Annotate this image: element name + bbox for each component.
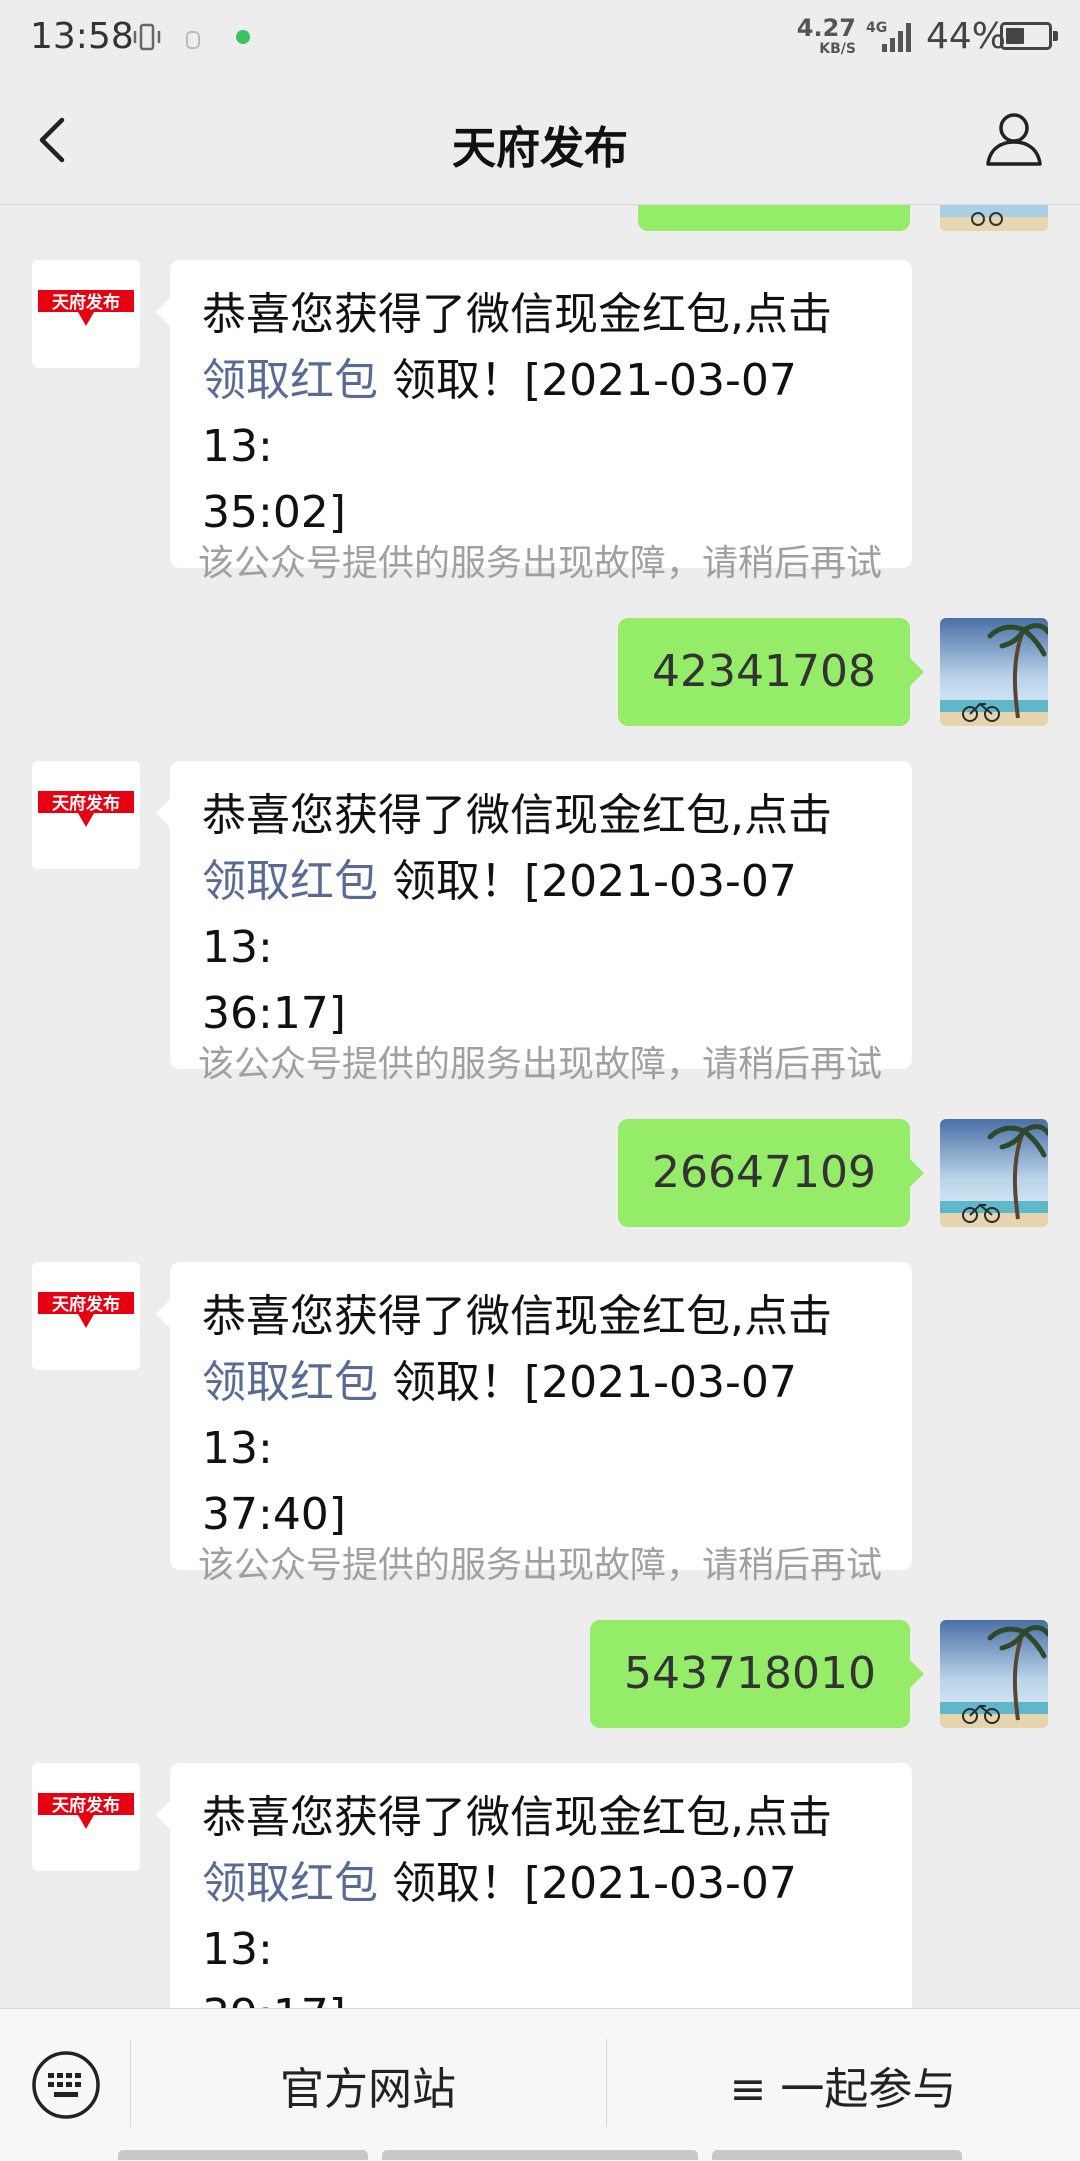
svg-text:天府发布: 天府发布 bbox=[52, 793, 120, 814]
message-list[interactable]: 天府发布 恭喜您获得了微信现金红包,点击 领取红包 领取！[2021-03-07… bbox=[0, 205, 1080, 2008]
system-message-text: 该公众号提供的服务出现故障，请稍后再试 bbox=[197, 1545, 882, 1586]
user-avatar[interactable] bbox=[940, 618, 1048, 726]
svg-text:天府发布: 天府发布 bbox=[52, 1294, 120, 1315]
message-text: 35:02] bbox=[202, 487, 346, 538]
user-avatar[interactable] bbox=[940, 1119, 1048, 1227]
svg-text:天府发布: 天府发布 bbox=[52, 292, 120, 313]
claim-red-packet-link[interactable]: 领取红包 bbox=[202, 856, 378, 907]
status-time: 13:58 bbox=[30, 16, 134, 57]
user-avatar[interactable] bbox=[940, 1620, 1048, 1728]
status-bar: 13:58 4.27 KB/S 4G 44% bbox=[0, 0, 1080, 76]
svg-text:天府发布: 天府发布 bbox=[52, 1795, 120, 1816]
battery-icon bbox=[1000, 22, 1058, 50]
signal-icon bbox=[882, 23, 911, 52]
incoming-message-bubble[interactable]: 恭喜您获得了微信现金红包,点击 领取红包 领取！[2021-03-07 13: … bbox=[156, 1262, 912, 1570]
message-text: 恭喜您获得了微信现金红包,点击 bbox=[202, 1792, 832, 1843]
notification-icon bbox=[186, 31, 200, 49]
network-speed: 4.27 KB/S bbox=[796, 14, 856, 57]
account-avatar[interactable]: 天府发布 bbox=[32, 761, 140, 869]
gesture-bar bbox=[118, 2150, 368, 2160]
incoming-message-bubble[interactable]: 恭喜您获得了微信现金红包,点击 领取红包 领取！[2021-03-07 13: … bbox=[156, 761, 912, 1069]
incoming-message-bubble[interactable]: 恭喜您获得了微信现金红包,点击 领取红包 领取！[2021-03-07 13: … bbox=[156, 260, 912, 568]
message-text: 恭喜您获得了微信现金红包,点击 bbox=[202, 1291, 832, 1342]
account-avatar[interactable]: 天府发布 bbox=[32, 1262, 140, 1370]
system-message-text: 该公众号提供的服务出现故障，请稍后再试 bbox=[197, 543, 882, 584]
chat-header: 天府发布 bbox=[0, 76, 1080, 205]
outgoing-message-bubble[interactable]: 543718010 bbox=[590, 1620, 924, 1728]
account-avatar[interactable]: 天府发布 bbox=[32, 1763, 140, 1871]
claim-red-packet-link[interactable]: 领取红包 bbox=[202, 1858, 378, 1909]
wechat-notification-icon bbox=[236, 30, 250, 44]
page-title: 天府发布 bbox=[452, 123, 628, 174]
menu-participate[interactable]: ≡ 一起参与 bbox=[606, 2053, 1080, 2117]
claim-red-packet-link[interactable]: 领取红包 bbox=[202, 1357, 378, 1408]
message-text: 37:40] bbox=[202, 1489, 346, 1540]
gesture-bar bbox=[382, 2150, 698, 2160]
vibrate-icon bbox=[133, 23, 161, 51]
message-text: 36:17] bbox=[202, 988, 346, 1039]
message-text: 39:17] bbox=[202, 1990, 346, 2008]
bottom-menu: 官方网站 ≡ 一起参与 bbox=[0, 2008, 1080, 2161]
outgoing-message-bubble[interactable]: 26647109 bbox=[618, 1119, 924, 1227]
outgoing-message-bubble-partial[interactable] bbox=[638, 205, 910, 231]
account-avatar[interactable]: 天府发布 bbox=[32, 260, 140, 368]
keyboard-icon[interactable] bbox=[30, 2049, 102, 2121]
message-text: 恭喜您获得了微信现金红包,点击 bbox=[202, 289, 832, 340]
menu-official-website[interactable]: 官方网站 bbox=[130, 2053, 606, 2117]
message-text: 恭喜您获得了微信现金红包,点击 bbox=[202, 790, 832, 841]
incoming-message-bubble[interactable]: 恭喜您获得了微信现金红包,点击 领取红包 领取！[2021-03-07 13: … bbox=[156, 1763, 912, 2008]
outgoing-message-bubble[interactable]: 42341708 bbox=[618, 618, 924, 726]
user-avatar-partial[interactable] bbox=[940, 205, 1048, 231]
system-message-text: 该公众号提供的服务出现故障，请稍后再试 bbox=[197, 1044, 882, 1085]
gesture-bar bbox=[712, 2150, 962, 2160]
claim-red-packet-link[interactable]: 领取红包 bbox=[202, 355, 378, 406]
battery-percent: 44% bbox=[926, 16, 1007, 57]
person-icon[interactable] bbox=[982, 106, 1046, 170]
